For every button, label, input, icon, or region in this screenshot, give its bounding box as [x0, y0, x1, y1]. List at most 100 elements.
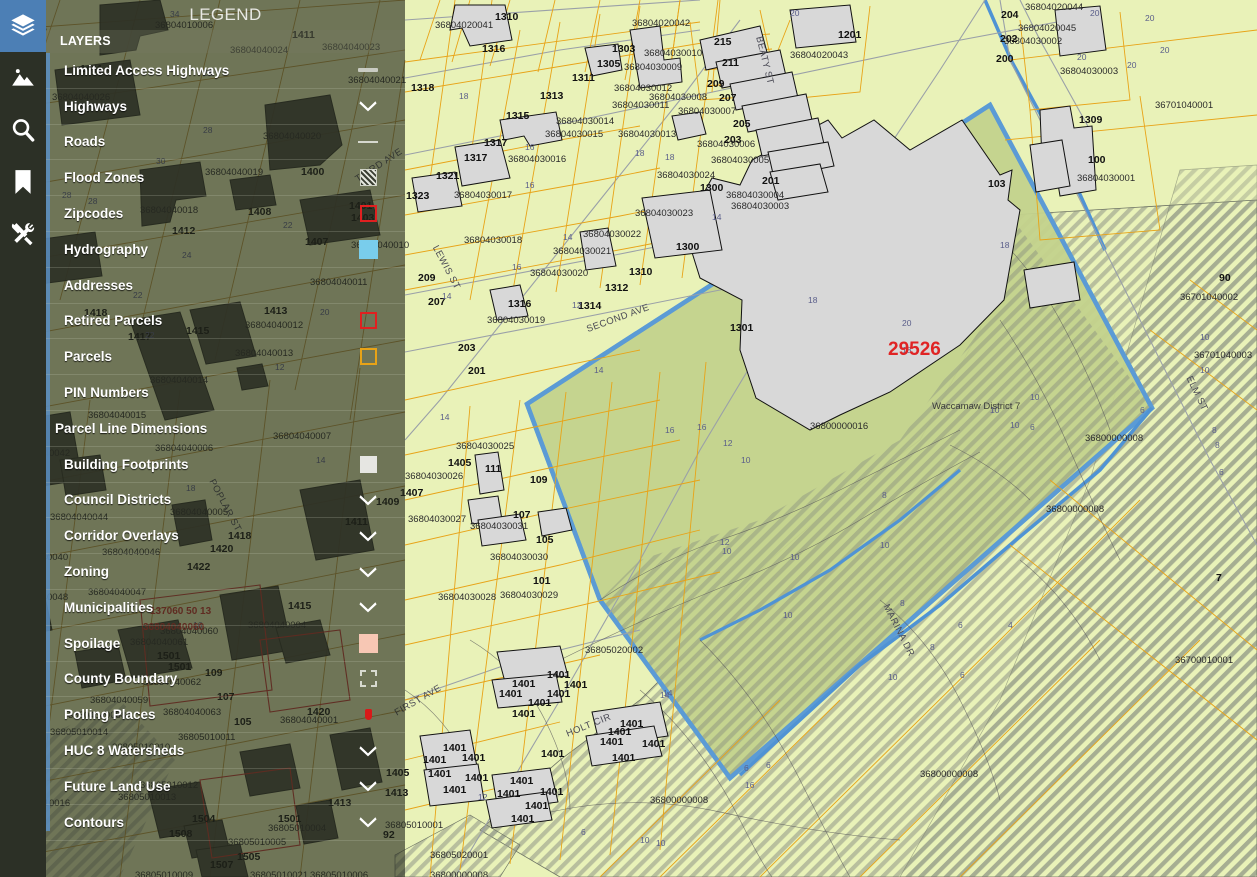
- layer-label: Corridor Overlays: [64, 528, 179, 544]
- layer-symbol: [357, 311, 379, 331]
- layer-row-huc-8-watersheds[interactable]: HUC 8 Watersheds: [46, 733, 405, 769]
- layer-row-pin-numbers[interactable]: PIN Numbers: [46, 375, 405, 411]
- layer-row-parcels[interactable]: Parcels: [46, 339, 405, 376]
- layer-label: Contours: [64, 814, 124, 830]
- chevron-down-icon[interactable]: [359, 566, 377, 578]
- layer-label: Retired Parcels: [64, 313, 163, 329]
- layer-label: HUC 8 Watersheds: [64, 743, 185, 759]
- layer-row-municipalities[interactable]: Municipalities: [46, 590, 405, 626]
- layer-row-spoilage[interactable]: Spoilage: [46, 626, 405, 662]
- rail-item-search[interactable]: [0, 104, 46, 156]
- legend-title: LEGEND: [189, 5, 262, 24]
- layer-row-zipcodes[interactable]: Zipcodes: [46, 196, 405, 232]
- layer-row-parcel-line-dimensions[interactable]: Parcel Line Dimensions: [46, 411, 405, 447]
- layer-row-limited-access-highways[interactable]: Limited Access Highways: [46, 53, 405, 89]
- red-outline-swatch: [359, 312, 377, 330]
- mountain-icon: [10, 65, 36, 91]
- map-pin-swatch: [364, 709, 372, 721]
- chevron-down-icon[interactable]: [359, 601, 377, 613]
- rail-item-basemap[interactable]: [0, 52, 46, 104]
- layer-label: Highways: [64, 98, 128, 114]
- layer-row-building-footprints[interactable]: Building Footprints: [46, 447, 405, 483]
- legend-panel: LEGEND LAYERS Limited Access Highways Hig…: [46, 0, 405, 877]
- layer-label: Municipalities: [64, 599, 154, 615]
- layer-symbol: [357, 204, 379, 224]
- layer-symbol: [357, 669, 379, 689]
- chevron-down-icon[interactable]: [359, 780, 377, 792]
- layer-symbol: [357, 705, 379, 725]
- orange-outline-swatch: [359, 348, 377, 366]
- chevron-down-icon[interactable]: [359, 530, 377, 542]
- layer-label: Roads: [64, 134, 106, 150]
- layer-row-county-boundary[interactable]: County Boundary: [46, 662, 405, 698]
- layer-label: PIN Numbers: [64, 385, 149, 401]
- layer-label: County Boundary: [64, 671, 178, 687]
- chevron-down-icon[interactable]: [359, 100, 377, 112]
- layer-symbol: [357, 132, 379, 152]
- layer-row-corridor-overlays[interactable]: Corridor Overlays: [46, 518, 405, 555]
- layer-row-hydrography[interactable]: Hydrography: [46, 232, 405, 268]
- layer-symbol: [357, 383, 379, 403]
- layer-symbol[interactable]: [357, 526, 379, 546]
- layer-label: Building Footprints: [64, 456, 189, 472]
- layer-symbol[interactable]: [357, 490, 379, 510]
- layer-label: Council Districts: [64, 492, 172, 508]
- chevron-down-icon[interactable]: [359, 745, 377, 757]
- layer-row-contours[interactable]: Contours: [46, 805, 405, 841]
- layer-label: Zipcodes: [64, 206, 124, 222]
- layer-symbol: [357, 239, 379, 259]
- layer-label: Zoning: [64, 564, 109, 580]
- layer-label: Limited Access Highways: [64, 62, 230, 78]
- bookmark-icon: [11, 169, 35, 195]
- layer-row-future-land-use[interactable]: Future Land Use: [46, 769, 405, 805]
- red-outline-swatch: [359, 205, 377, 223]
- layer-symbol[interactable]: [357, 812, 379, 832]
- line-swatch: [358, 68, 378, 73]
- rail-item-tools[interactable]: [0, 208, 46, 260]
- layer-symbol[interactable]: [357, 597, 379, 617]
- layer-row-council-districts[interactable]: Council Districts: [46, 483, 405, 519]
- layer-row-highways[interactable]: Highways: [46, 89, 405, 125]
- thin-line-swatch: [358, 140, 378, 143]
- layer-symbol[interactable]: [357, 562, 379, 582]
- layer-label: Spoilage: [64, 635, 121, 651]
- layer-label: Flood Zones: [64, 170, 145, 186]
- hatch-swatch: [359, 169, 377, 187]
- layer-symbol: [357, 60, 379, 80]
- layer-label: Future Land Use: [64, 778, 171, 794]
- gis-app: 3680401000636804040024368040400233680404…: [0, 0, 1257, 877]
- layer-row-polling-places[interactable]: Polling Places: [46, 697, 405, 734]
- layer-symbol: [357, 633, 379, 653]
- layer-symbol: [357, 418, 379, 438]
- layer-row-flood-zones[interactable]: Flood Zones: [46, 160, 405, 197]
- rail-item-layers[interactable]: [0, 0, 46, 52]
- rail-item-bookmark[interactable]: [0, 156, 46, 208]
- layer-symbol: [357, 347, 379, 367]
- tool-rail: [0, 0, 46, 877]
- layer-row-addresses[interactable]: Addresses: [46, 268, 405, 304]
- chevron-down-icon[interactable]: [359, 816, 377, 828]
- layers-section-header: LAYERS: [46, 30, 405, 53]
- layer-label: Addresses: [64, 277, 134, 293]
- layer-label: Parcels: [64, 349, 113, 365]
- dashed-outline-swatch: [359, 670, 377, 688]
- layer-label: Polling Places: [64, 707, 156, 723]
- layer-symbol: [357, 275, 379, 295]
- layer-symbol[interactable]: [357, 776, 379, 796]
- layer-symbol[interactable]: [357, 96, 379, 116]
- layer-row-roads[interactable]: Roads: [46, 125, 405, 161]
- chevron-down-icon[interactable]: [359, 494, 377, 506]
- layer-list: Limited Access Highways Highways Roads Floo…: [46, 53, 405, 841]
- layer-row-zoning[interactable]: Zoning: [46, 554, 405, 590]
- layer-label: Parcel Line Dimensions: [55, 420, 208, 436]
- search-icon: [10, 117, 36, 143]
- blue-fill-swatch: [358, 239, 378, 259]
- white-fill-swatch: [359, 455, 377, 473]
- pink-fill-swatch: [358, 633, 378, 653]
- layer-symbol[interactable]: [357, 741, 379, 761]
- layer-label: Hydrography: [64, 241, 149, 257]
- layer-row-retired-parcels[interactable]: Retired Parcels: [46, 304, 405, 340]
- layers-icon: [9, 12, 37, 40]
- tools-icon: [10, 221, 36, 247]
- layer-symbol: [357, 168, 379, 188]
